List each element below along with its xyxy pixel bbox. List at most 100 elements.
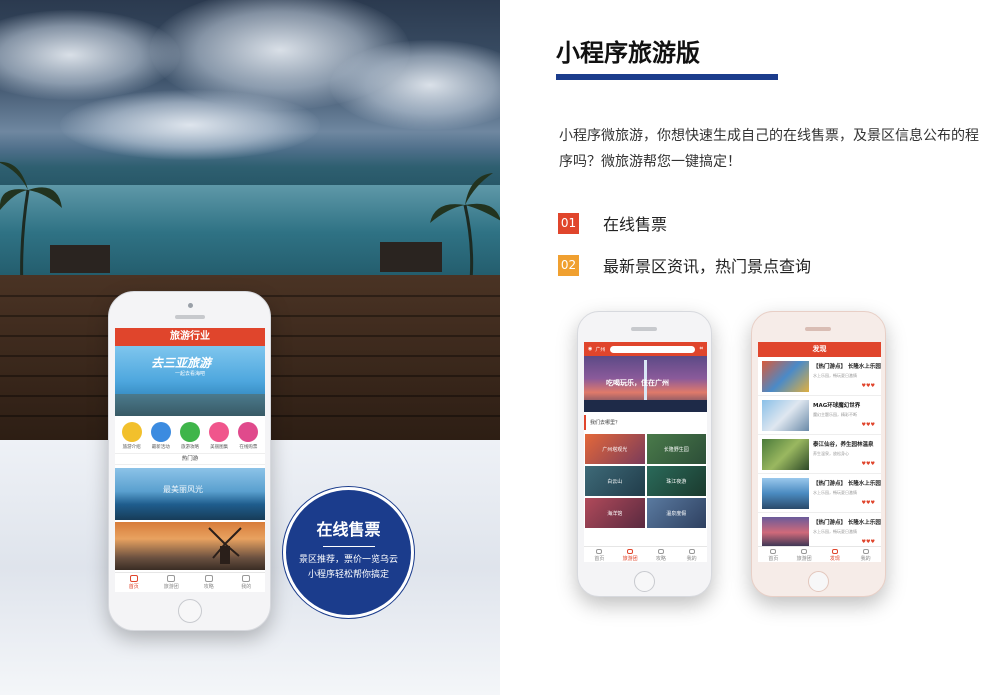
user-icon <box>688 549 695 554</box>
cloud <box>330 40 500 130</box>
list-item[interactable]: 【热门游点】 长隆水上乐园 水上乐园，畅玩夏日激情 ♥♥♥ <box>758 474 881 513</box>
city-selector[interactable]: 广州 <box>595 346 605 353</box>
palm-trees <box>0 161 500 290</box>
heart-icons: ♥♥♥ <box>861 539 875 545</box>
list-desc: 水上乐园，畅玩夏日激情 <box>813 529 857 534</box>
tab-mine[interactable]: 我的 <box>228 573 266 592</box>
speaker <box>175 315 205 319</box>
gz-banner[interactable]: 吃喝玩乐，住在广州 <box>584 356 707 412</box>
gz-section-title: 我们去哪里？ <box>584 415 707 430</box>
list-title: MAG环球魔幻世界 <box>813 403 861 409</box>
tab-label: 首页 <box>128 584 139 590</box>
home-button[interactable] <box>178 599 202 623</box>
discover-list: 【热门游点】 长隆水上乐园 水上乐园，畅玩夏日激情 ♥♥♥ MAG环球魔幻世界 魔幻… <box>758 357 881 552</box>
icon-item-activity[interactable]: 最新活动 <box>150 422 171 450</box>
home-icon <box>129 575 138 582</box>
heart-icons: ♥♥♥ <box>861 461 875 467</box>
main-banner[interactable]: 去三亚旅游 一起去看海吧 <box>115 346 265 416</box>
tab-guide[interactable]: 攻略 <box>190 573 228 592</box>
tab-home[interactable]: 首页 <box>584 547 615 562</box>
list-desc: 养生温泉，放松身心 <box>813 451 849 456</box>
tab-home[interactable]: 首页 <box>115 573 153 592</box>
page-title: 小程序旅游版 <box>556 39 700 67</box>
tab-tour[interactable]: 旅游团 <box>615 547 646 562</box>
speaker <box>805 327 831 331</box>
icon-item-guide[interactable]: 旅游攻略 <box>179 422 200 450</box>
main-app-title: 旅游行业 <box>115 328 265 346</box>
banner-title: 去三亚旅游 <box>151 356 212 370</box>
icon-label: 在线购票 <box>239 445 258 450</box>
tab-label: 旅游团 <box>163 584 179 590</box>
gz-header: ◉ 广州 ⌗ <box>584 342 707 356</box>
location-pin-icon: ◉ <box>588 346 593 352</box>
main-icon-row: 旅游介绍 最新活动 旅游攻略 美丽图集 在线购票 <box>115 416 265 453</box>
tab-tour[interactable]: 旅游团 <box>153 573 191 592</box>
cell-label: 海洋馆 <box>607 511 623 517</box>
gz-tabbar: 首页 旅游团 攻略 我的 <box>584 546 707 562</box>
gz-cell[interactable]: 广州塔观光 <box>584 433 646 465</box>
card-scenery-2[interactable] <box>115 522 265 570</box>
tab-label: 首页 <box>594 556 605 562</box>
tab-mine[interactable]: 我的 <box>676 547 707 562</box>
gz-cell[interactable]: 珠江夜游 <box>645 465 707 497</box>
home-button[interactable] <box>634 571 655 592</box>
feature-2: 02 最新景区资讯，热门景点查询 <box>558 253 811 277</box>
list-desc: 魔幻主题乐园，精彩不断 <box>813 412 857 417</box>
gz-cell[interactable]: 白云山 <box>584 465 646 497</box>
tab-mine[interactable]: 我的 <box>850 547 881 562</box>
tab-label: 攻略 <box>203 584 214 590</box>
ticket-icon <box>238 422 259 442</box>
tab-discover[interactable]: 发现 <box>820 547 851 562</box>
tab-label: 旅游团 <box>796 556 812 562</box>
icon-label: 旅游介绍 <box>122 445 141 450</box>
list-item[interactable]: 泰江仙谷，养生园林温泉 养生温泉，放松身心 ♥♥♥ <box>758 435 881 474</box>
main-tabbar: 首页 旅游团 攻略 我的 <box>115 572 265 592</box>
user-icon <box>862 549 869 554</box>
scan-icon[interactable]: ⌗ <box>700 345 703 353</box>
home-icon <box>596 549 603 554</box>
list-desc: 水上乐园，畅玩夏日激情 <box>813 490 857 495</box>
icon-item-intro[interactable]: 旅游介绍 <box>121 422 142 450</box>
gz-grid: 广州塔观光 长隆野生园 白云山 珠江夜游 海洋馆 温泉度假 <box>584 433 707 529</box>
cell-label: 温泉度假 <box>666 511 687 517</box>
list-thumb <box>762 517 809 548</box>
gz-cell[interactable]: 长隆野生园 <box>645 433 707 465</box>
page: 旅游行业 去三亚旅游 一起去看海吧 旅游介绍 最新活动 旅游攻略 美丽图集 在线… <box>0 0 1000 695</box>
tab-label: 发现 <box>829 556 840 562</box>
online-ticket-badge: 在线售票 景区推荐，票价一览乌云 小程序轻松帮你搞定 <box>283 487 414 618</box>
tab-guide[interactable]: 攻略 <box>646 547 677 562</box>
tab-label: 旅游团 <box>622 556 638 562</box>
cell-label: 长隆野生园 <box>663 447 689 453</box>
card-scenery-1[interactable]: 最美丽风光 <box>115 468 265 520</box>
heart-icons: ♥♥♥ <box>861 422 875 428</box>
list-title: 【热门游点】 长隆水上乐园 <box>813 364 881 370</box>
cell-label: 珠江夜游 <box>666 479 687 485</box>
list-item[interactable]: 【热门游点】 长隆水上乐园 水上乐园，畅玩夏日激情 ♥♥♥ <box>758 357 881 396</box>
icon-label: 美丽图集 <box>210 445 229 450</box>
tab-label: 首页 <box>768 556 779 562</box>
compass-icon <box>831 549 838 554</box>
feature-number: 01 <box>558 212 579 234</box>
list-thumb <box>762 400 809 431</box>
camera <box>188 303 193 308</box>
icon-item-ticket[interactable]: 在线购票 <box>238 422 259 450</box>
home-button[interactable] <box>808 571 829 592</box>
feature-text: 在线售票 <box>603 215 668 234</box>
tab-home[interactable]: 首页 <box>758 547 789 562</box>
list-title: 【热门游点】 长隆水上乐园 <box>813 481 881 487</box>
user-icon <box>242 575 251 582</box>
discover-screen: 发现 【热门游点】 长隆水上乐园 水上乐园，畅玩夏日激情 ♥♥♥ MAG环球魔幻世… <box>758 342 881 562</box>
gz-cell[interactable]: 海洋馆 <box>584 497 646 529</box>
feature-text: 最新景区资讯，热门景点查询 <box>603 257 812 276</box>
feature-1: 01 在线售票 <box>558 211 667 235</box>
search-input[interactable] <box>610 345 695 353</box>
list-item[interactable]: MAG环球魔幻世界 魔幻主题乐园，精彩不断 ♥♥♥ <box>758 396 881 435</box>
tab-tour[interactable]: 旅游团 <box>789 547 820 562</box>
gz-cell[interactable]: 温泉度假 <box>645 497 707 529</box>
intro-icon <box>121 422 142 442</box>
windmill-icon <box>208 527 242 564</box>
description: 小程序微旅游，你想快速生成自己的在线售票，及景区信息公布的程序吗？微旅游帮您一键… <box>559 128 979 170</box>
list-thumb <box>762 478 809 509</box>
gz-banner-text: 吃喝玩乐，住在广州 <box>606 379 669 387</box>
icon-item-gallery[interactable]: 美丽图集 <box>209 422 230 450</box>
